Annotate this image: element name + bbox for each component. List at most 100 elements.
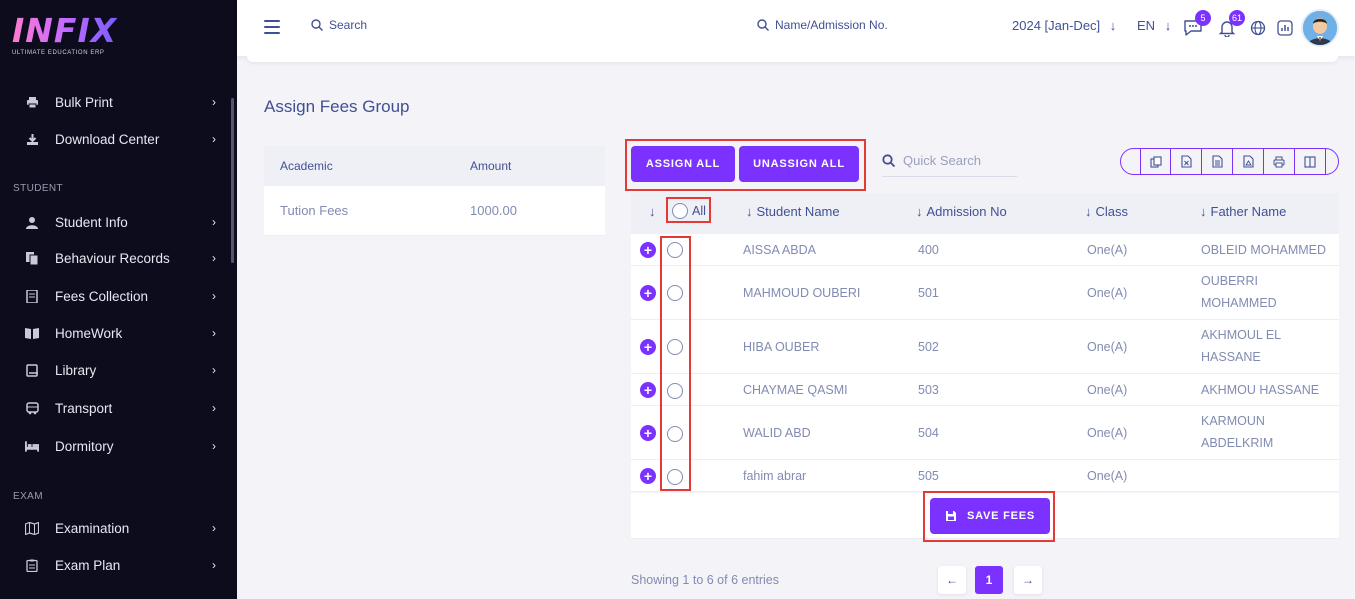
sidebar-item-label: Behaviour Records <box>55 250 170 266</box>
sidebar-item-label: Bulk Print <box>55 94 113 110</box>
class: One(A) <box>1087 383 1128 397</box>
class: One(A) <box>1087 426 1128 440</box>
expand-row-button[interactable]: + <box>640 425 656 441</box>
chevron-right-icon: › <box>212 439 216 453</box>
expand-row-button[interactable]: + <box>640 382 656 398</box>
column-visibility-button[interactable] <box>1295 149 1326 174</box>
chevron-right-icon: › <box>212 326 216 340</box>
sidebar-item-exam-plan[interactable]: Exam Plan › <box>0 550 237 580</box>
student-name: CHAYMAE QASMI <box>743 383 848 397</box>
expand-row-button[interactable]: + <box>640 285 656 301</box>
header-underlay <box>247 56 1338 62</box>
logo[interactable]: INFIX ULTIMATE EDUCATION ERP <box>12 14 117 57</box>
notifications-button[interactable]: 61 <box>1217 10 1245 38</box>
bus-icon <box>25 401 39 415</box>
chevron-right-icon: › <box>212 289 216 303</box>
assign-all-button[interactable]: ASSIGN ALL <box>631 146 735 182</box>
header-student-name[interactable]: ↓ Student Name <box>746 204 840 219</box>
father-name-line: AKHMOUL EL <box>1201 328 1282 342</box>
sidebar-item-fees-collection[interactable]: Fees Collection › <box>0 281 237 311</box>
sidebar-item-label: Exam Plan <box>55 557 121 573</box>
sidebar-item-bulk-print[interactable]: Bulk Print › <box>0 87 237 117</box>
pdf-button[interactable] <box>1233 149 1264 174</box>
sidebar-item-student-info[interactable]: Student Info › <box>0 207 237 237</box>
father-name-line: ABDELKRIM <box>1201 436 1274 450</box>
sort-arrow-icon: ↓ <box>746 204 753 219</box>
csv-button[interactable] <box>1202 149 1233 174</box>
quick-search-input[interactable]: Quick Search <box>882 145 1017 177</box>
page-title: Assign Fees Group <box>264 97 410 116</box>
page-button-1[interactable]: 1 <box>975 566 1003 594</box>
unassign-all-button[interactable]: UNASSIGN ALL <box>739 146 859 182</box>
chevron-right-icon: › <box>212 132 216 146</box>
student-name: MAHMOUD OUBERI <box>743 286 861 300</box>
header-admission-no[interactable]: ↓ Admission No <box>916 204 1007 219</box>
messages-button[interactable]: 5 <box>1183 10 1211 38</box>
file-csv-icon <box>1211 155 1223 168</box>
search-icon <box>311 19 323 31</box>
sidebar-item-label: Library <box>55 362 97 378</box>
prev-page-button[interactable]: ← <box>938 566 966 594</box>
chevron-right-icon: › <box>212 401 216 415</box>
avatar-image <box>1303 11 1337 45</box>
menu-toggle-button[interactable] <box>264 20 280 34</box>
expand-row-button[interactable]: + <box>640 242 656 258</box>
copy-button[interactable] <box>1140 149 1171 174</box>
fees-group-table: Academic Amount Tution Fees 1000.00 <box>264 146 605 236</box>
sidebar-item-homework[interactable]: HomeWork › <box>0 318 237 348</box>
download-icon <box>25 132 39 146</box>
arrow-down-icon: ↓ <box>1164 18 1172 33</box>
sidebar: INFIX ULTIMATE EDUCATION ERP Bulk Print … <box>0 0 237 599</box>
printer-icon <box>1273 156 1285 167</box>
excel-button[interactable] <box>1171 149 1202 174</box>
header-class[interactable]: ↓ Class <box>1085 204 1128 219</box>
class: One(A) <box>1087 286 1128 300</box>
header-father-name[interactable]: ↓ Father Name <box>1200 204 1286 219</box>
fees-table-header: Academic Amount <box>264 146 605 186</box>
sidebar-scrollbar[interactable] <box>231 98 234 263</box>
father-name: OUBERRI MOHAMMED <box>1201 270 1331 314</box>
chevron-right-icon: › <box>212 215 216 229</box>
table-row: + HIBA OUBER 502 One(A) AKHMOUL EL HASSAN… <box>631 320 1339 374</box>
globe-icon <box>1250 20 1266 36</box>
website-button[interactable] <box>1248 18 1268 38</box>
reports-button[interactable] <box>1275 18 1295 38</box>
chevron-right-icon: › <box>212 521 216 535</box>
chevron-right-icon: › <box>212 251 216 265</box>
chevron-right-icon: › <box>212 558 216 572</box>
sidebar-item-transport[interactable]: Transport › <box>0 393 237 423</box>
save-fees-button[interactable]: SAVE FEES <box>930 498 1050 534</box>
next-page-button[interactable]: → <box>1014 566 1042 594</box>
sidebar-item-label: Examination <box>55 520 130 536</box>
academic-year-select[interactable]: 2024 [Jan-Dec] ↓ <box>1012 18 1116 33</box>
table-row: + CHAYMAE QASMI 503 One(A) AKHMOU HASSAN… <box>631 374 1339 406</box>
class: One(A) <box>1087 340 1128 354</box>
arrow-left-icon: ← <box>946 573 958 587</box>
sidebar-item-library[interactable]: Library › <box>0 355 237 385</box>
user-avatar[interactable] <box>1301 9 1339 47</box>
sidebar-item-label: Transport <box>55 400 113 416</box>
student-name: AISSA ABDA <box>743 243 816 257</box>
expand-row-button[interactable]: + <box>640 339 656 355</box>
bed-icon <box>25 439 39 453</box>
expand-row-button[interactable]: + <box>640 468 656 484</box>
sidebar-item-examination[interactable]: Examination › <box>0 513 237 543</box>
sort-arrow-icon: ↓ <box>1200 204 1207 219</box>
print-button[interactable] <box>1264 149 1295 174</box>
sort-arrow-icon: ↓ <box>916 204 923 219</box>
sidebar-item-label: Fees Collection <box>55 288 149 304</box>
chevron-right-icon: › <box>212 95 216 109</box>
section-label-student: STUDENT <box>13 183 64 194</box>
language-select[interactable]: EN ↓ <box>1137 18 1171 33</box>
sort-arrow-icon[interactable]: ↓ <box>649 204 656 219</box>
arrow-right-icon: → <box>1022 573 1034 587</box>
sidebar-item-behaviour-records[interactable]: Behaviour Records › <box>0 243 237 273</box>
father-name-line: MOHAMMED <box>1201 296 1277 310</box>
table-row: + WALID ABD 504 One(A) KARMOUN ABDELKRIM <box>631 406 1339 460</box>
sidebar-item-dormitory[interactable]: Dormitory › <box>0 431 237 461</box>
menu-search-input[interactable]: Search <box>311 18 367 32</box>
header-label: Admission No <box>926 204 1007 219</box>
sidebar-item-download-center[interactable]: Download Center › <box>0 124 237 154</box>
table-row: + AISSA ABDA 400 One(A) OBLEID MOHAMMED <box>631 234 1339 266</box>
student-search-input[interactable]: Name/Admission No. <box>757 18 888 32</box>
